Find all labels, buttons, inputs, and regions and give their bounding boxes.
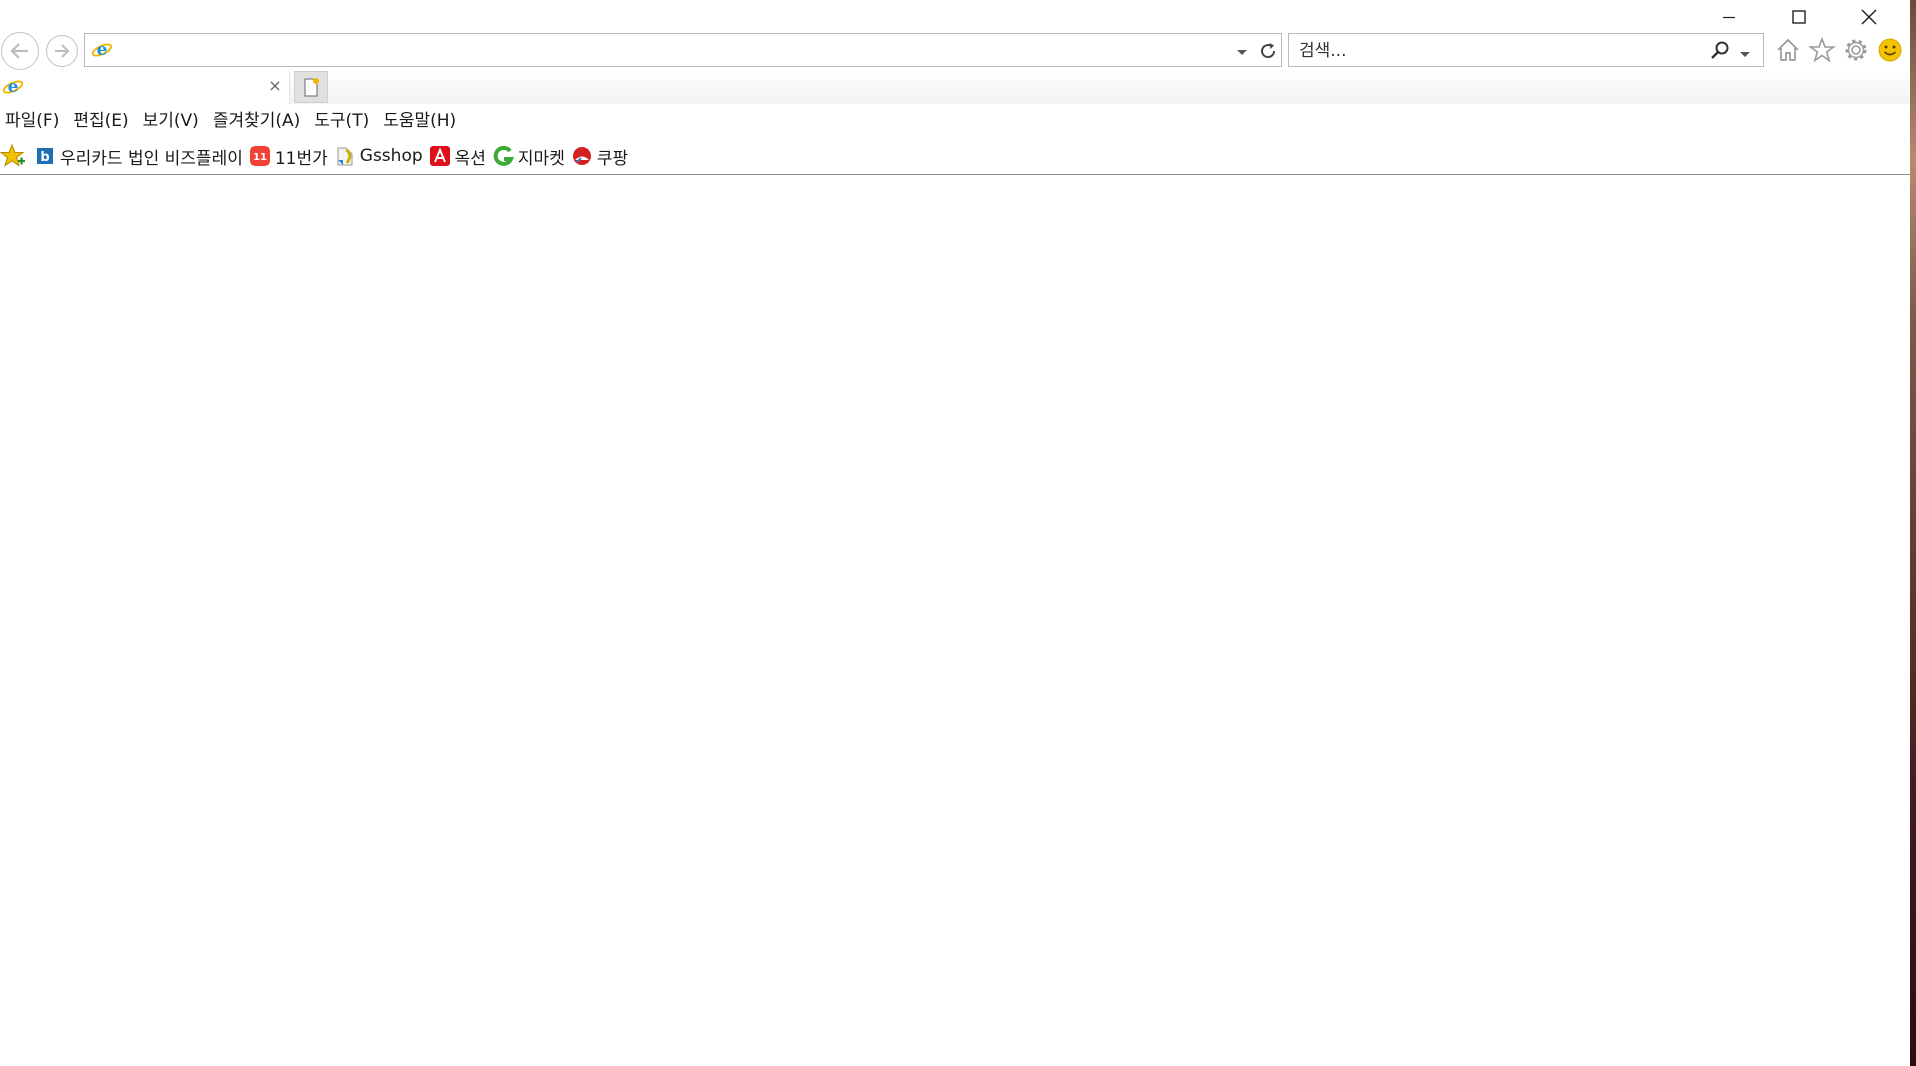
desktop-background-strip	[1910, 0, 1916, 1066]
svg-text:11: 11	[253, 152, 267, 163]
search-input[interactable]	[1297, 34, 1701, 68]
auction-icon	[429, 145, 451, 167]
maximize-icon	[1792, 10, 1806, 24]
search-icon[interactable]	[1709, 40, 1731, 62]
favorite-label: 옥션	[454, 148, 486, 169]
favorites-star-icon[interactable]	[1806, 34, 1838, 66]
favorite-label: 지마켓	[517, 148, 565, 169]
favorite-gsshop[interactable]: Gsshop	[334, 140, 423, 172]
11st-icon: 11	[249, 145, 271, 167]
feedback-smiley-icon[interactable]	[1874, 34, 1906, 66]
home-icon[interactable]	[1772, 34, 1804, 66]
favorite-label: 우리카드 법인 비즈플레이	[60, 148, 243, 169]
favorite-auction[interactable]: 옥션	[429, 140, 486, 172]
menu-help[interactable]: 도움말(H)	[377, 106, 464, 136]
forward-arrow-icon	[55, 44, 70, 58]
favorite-11st[interactable]: 11 11번가	[249, 140, 328, 172]
page-content-area[interactable]	[0, 175, 1910, 1066]
gmarket-icon	[492, 145, 514, 167]
navigation-bar: e	[0, 30, 1910, 70]
address-dropdown-icon[interactable]	[1235, 44, 1249, 58]
back-button[interactable]	[1, 32, 39, 70]
address-bar[interactable]: e	[84, 33, 1282, 68]
favorite-coupang[interactable]: 쿠팡	[571, 140, 628, 172]
ie-logo-icon: e	[91, 39, 113, 61]
address-input[interactable]	[121, 34, 1235, 68]
refresh-icon[interactable]	[1257, 40, 1279, 62]
gsshop-icon	[334, 145, 356, 167]
favorite-label: 쿠팡	[596, 148, 629, 169]
bizplay-icon: b	[34, 145, 56, 167]
menu-tools[interactable]: 도구(T)	[308, 106, 377, 136]
menu-file[interactable]: 파일(F)	[0, 106, 67, 136]
menu-view[interactable]: 보기(V)	[137, 106, 207, 136]
favorite-gmarket[interactable]: 지마켓	[492, 140, 565, 172]
browser-tool-icons	[1772, 34, 1906, 66]
tab-active[interactable]: e ×	[0, 70, 290, 104]
minimize-button[interactable]	[1694, 0, 1764, 34]
menu-bar: 파일(F) 편집(E) 보기(V) 즐겨찾기(A) 도구(T) 도움말(H)	[0, 106, 464, 136]
settings-gear-icon[interactable]	[1840, 34, 1872, 66]
svg-text:e: e	[8, 77, 19, 97]
menu-favorites[interactable]: 즐겨찾기(A)	[207, 106, 308, 136]
add-favorite-star-icon[interactable]	[0, 143, 26, 169]
favorite-label: Gsshop	[359, 146, 423, 166]
browser-window: e 검색... e × 파일(F) 편집(E) 보기(V) 즐겨찾기(A) 도구…	[0, 0, 1910, 1066]
new-tab-icon	[304, 78, 319, 97]
search-dropdown-icon[interactable]	[1739, 45, 1751, 57]
svg-text:e: e	[97, 40, 108, 60]
menu-edit[interactable]: 편집(E)	[67, 106, 136, 136]
back-arrow-icon	[10, 43, 28, 59]
forward-button[interactable]	[46, 35, 78, 67]
favorites-bar: b 우리카드 법인 비즈플레이 11 11번가 Gsshop 옥션 지마켓 쿠팡	[0, 140, 634, 172]
close-icon	[1861, 9, 1877, 25]
close-button[interactable]	[1834, 0, 1904, 34]
tab-close-button[interactable]: ×	[265, 76, 285, 96]
favorite-label: 11번가	[274, 148, 328, 169]
maximize-button[interactable]	[1764, 0, 1834, 34]
search-bar[interactable]	[1288, 33, 1764, 68]
window-caption-buttons	[1694, 0, 1904, 34]
minimize-icon	[1723, 16, 1735, 19]
tab-bar: e ×	[0, 70, 1910, 104]
svg-text:b: b	[40, 150, 49, 165]
tab-ie-icon: e	[2, 76, 24, 98]
coupang-icon	[571, 145, 593, 167]
favorite-bizplay[interactable]: b 우리카드 법인 비즈플레이	[34, 140, 243, 172]
new-tab-button[interactable]	[294, 71, 328, 103]
